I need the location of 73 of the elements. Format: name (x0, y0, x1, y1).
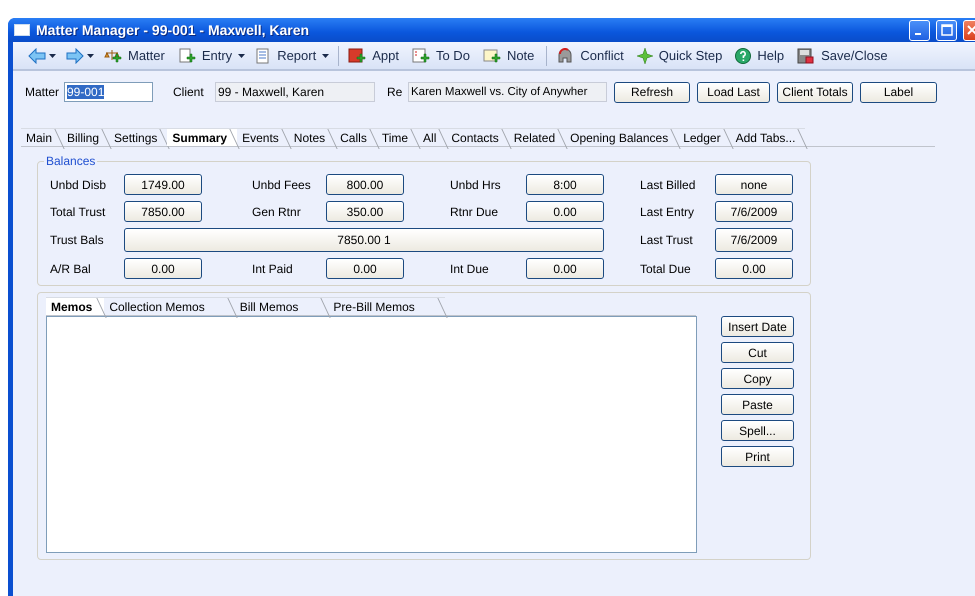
tab[interactable]: Notes (288, 128, 336, 146)
tab[interactable]: Billing (62, 128, 110, 146)
toolbar-button[interactable]: To Do (432, 48, 473, 63)
header-button[interactable]: Label (860, 82, 937, 102)
toolbar-button[interactable]: Save/Close (818, 48, 891, 63)
value-button[interactable]: 800.00 (326, 174, 404, 195)
field-label: Client (173, 85, 205, 99)
toolbar-button[interactable]: Conflict (577, 48, 627, 63)
tab[interactable]: Time (376, 128, 418, 146)
client-field: 99 - Maxwell, Karen (215, 82, 375, 102)
field-label: Total Due (640, 262, 692, 276)
value-button[interactable]: 0.00 (526, 201, 604, 222)
tab[interactable]: Pre-Bill Memos (328, 297, 445, 315)
re-field: Karen Maxwell vs. City of Anywher (408, 82, 607, 102)
tab[interactable]: Contacts (446, 128, 509, 146)
value-button[interactable]: 1749.00 (124, 174, 202, 195)
toolbar-button[interactable]: Matter (125, 48, 168, 63)
field-label: Unbd Hrs (450, 178, 502, 192)
value-button[interactable]: 0.00 (124, 258, 202, 279)
field-label: Int Due (450, 262, 490, 276)
field-label: Total Trust (50, 204, 106, 218)
value-button[interactable]: 7/6/2009 (715, 228, 793, 252)
field-label: Matter (25, 85, 60, 99)
tab[interactable]: Memos (46, 297, 104, 315)
toolbar-button[interactable]: Quick Step (656, 48, 726, 63)
memo-button[interactable]: Paste (721, 394, 794, 415)
field-label: Last Billed (640, 178, 696, 192)
memo-button[interactable]: Spell... (721, 420, 794, 441)
field-label: Trust Bals (50, 233, 105, 247)
group-title: Balances (44, 154, 98, 168)
tab[interactable]: Bill Memos (234, 297, 328, 315)
tab[interactable]: Summary (167, 128, 238, 146)
value-button[interactable]: 0.00 (326, 258, 404, 279)
value-button[interactable]: 7/6/2009 (715, 201, 793, 222)
field-label: Re (387, 85, 404, 99)
toolbar-button[interactable]: Entry (198, 48, 236, 63)
matter-field[interactable]: 99-001 (64, 82, 153, 102)
memo-button[interactable]: Print (721, 446, 794, 467)
toolbar-button[interactable]: Appt (369, 48, 402, 63)
field-label: A/R Bal (50, 262, 92, 276)
tab[interactable]: Events (237, 128, 289, 146)
value-button[interactable]: 7850.00 1 (124, 228, 604, 252)
tab[interactable]: Calls (335, 128, 377, 146)
value-button[interactable]: 7850.00 (124, 201, 202, 222)
tab[interactable]: Add Tabs... (730, 128, 806, 146)
header-button[interactable]: Client Totals (777, 82, 853, 102)
value-button[interactable]: none (715, 174, 793, 195)
field-label: Int Paid (252, 262, 294, 276)
window-title: Matter Manager - 99-001 - Maxwell, Karen (36, 22, 310, 38)
field-label: Gen Rtnr (252, 204, 302, 218)
value-button[interactable]: 0.00 (715, 258, 793, 279)
tab[interactable]: Related (508, 128, 566, 146)
field-label: Last Trust (640, 233, 694, 247)
tab[interactable]: Ledger (678, 128, 731, 146)
memo-button[interactable]: Cut (721, 342, 794, 363)
header-button[interactable]: Refresh (614, 82, 690, 102)
tab[interactable]: Collection Memos (104, 297, 235, 315)
value-button[interactable]: 0.00 (526, 258, 604, 279)
toolbar-button[interactable]: Report (274, 48, 320, 63)
tab[interactable]: Opening Balances (565, 128, 678, 146)
value-button[interactable]: 8:00 (526, 174, 604, 195)
tab[interactable]: Main (21, 128, 62, 146)
header-button[interactable]: Load Last (697, 82, 770, 102)
toolbar-button[interactable]: Note (504, 48, 538, 63)
field-label: Rtnr Due (450, 204, 500, 218)
memo-button[interactable]: Copy (721, 368, 794, 389)
value-button[interactable]: 350.00 (326, 201, 404, 222)
toolbar-button[interactable]: Help (754, 48, 788, 63)
memo-button[interactable]: Insert Date (721, 316, 794, 337)
field-label: Unbd Fees (252, 178, 312, 192)
field-label: Unbd Disb (50, 178, 108, 192)
tab[interactable]: All (418, 128, 446, 146)
field-label: Last Entry (640, 204, 696, 218)
